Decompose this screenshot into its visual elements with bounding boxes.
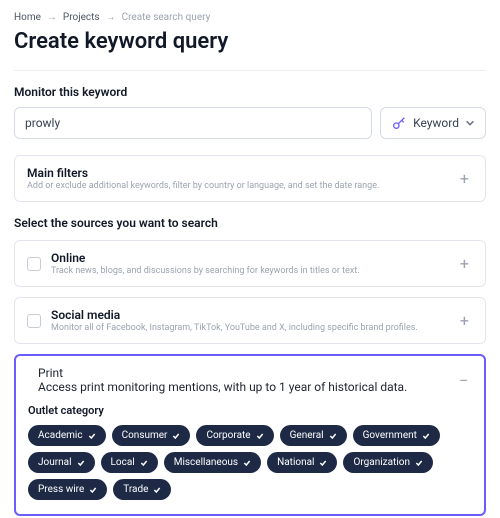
key-icon: [391, 115, 407, 131]
check-icon: [172, 432, 180, 440]
check-icon: [88, 432, 96, 440]
check-icon: [243, 459, 251, 467]
checkbox-online[interactable]: [27, 257, 41, 271]
breadcrumb: Home → Projects → Create search query: [14, 12, 486, 23]
outlet-chip[interactable]: Journal: [28, 452, 95, 473]
divider: [14, 70, 486, 71]
plus-icon[interactable]: +: [456, 311, 473, 330]
chip-label: National: [277, 457, 314, 468]
outlet-category-label: Outlet category: [28, 404, 472, 417]
page-title: Create keyword query: [14, 29, 486, 54]
checkbox-social[interactable]: [27, 314, 41, 328]
check-icon: [256, 432, 264, 440]
check-icon: [77, 459, 85, 467]
outlet-chip[interactable]: Miscellaneous: [164, 452, 261, 473]
chip-label: Corporate: [206, 430, 250, 441]
outlet-chip[interactable]: National: [267, 452, 337, 473]
crumb-projects[interactable]: Projects: [63, 12, 100, 23]
source-online[interactable]: Online Track news, blogs, and discussion…: [14, 240, 486, 287]
source-print: Print Access print monitoring mentions, …: [14, 354, 486, 516]
minus-icon[interactable]: −: [455, 371, 472, 390]
source-print-title: Print: [38, 366, 445, 380]
check-icon: [89, 486, 97, 494]
chip-label: Local: [111, 457, 135, 468]
chip-label: Academic: [38, 430, 83, 441]
crumb-current: Create search query: [122, 12, 211, 23]
check-icon: [140, 459, 148, 467]
chip-label: Trade: [123, 484, 148, 495]
outlet-chip[interactable]: Local: [101, 452, 158, 473]
outlet-chip[interactable]: Organization: [343, 452, 433, 473]
chip-label: Organization: [353, 457, 410, 468]
check-icon: [415, 459, 423, 467]
source-online-desc: Track news, blogs, and discussions by se…: [51, 266, 446, 276]
chip-label: General: [290, 430, 324, 441]
chevron-down-icon: [465, 118, 475, 128]
monitor-label: Monitor this keyword: [14, 85, 486, 99]
chevron-right-icon: →: [106, 12, 116, 23]
chip-label: Consumer: [122, 430, 168, 441]
crumb-home[interactable]: Home: [14, 12, 41, 23]
plus-icon[interactable]: +: [456, 254, 473, 273]
source-social-title: Social media: [51, 308, 446, 322]
chip-label: Journal: [38, 457, 72, 468]
outlet-chip[interactable]: Government: [353, 425, 440, 446]
outlet-chip[interactable]: Academic: [28, 425, 106, 446]
main-filters-desc: Add or exclude additional keywords, filt…: [27, 181, 456, 191]
main-filters-box[interactable]: Main filters Add or exclude additional k…: [14, 155, 486, 202]
source-online-title: Online: [51, 251, 446, 265]
plus-icon[interactable]: +: [456, 169, 473, 188]
source-social-desc: Monitor all of Facebook, Instagram, TikT…: [51, 323, 446, 333]
chip-label: Government: [363, 430, 417, 441]
sources-label: Select the sources you want to search: [14, 216, 486, 230]
outlet-chip[interactable]: Corporate: [196, 425, 273, 446]
query-type-select[interactable]: Keyword: [380, 107, 486, 139]
check-icon: [329, 432, 337, 440]
keyword-input[interactable]: [14, 107, 372, 139]
source-print-desc: Access print monitoring mentions, with u…: [38, 380, 445, 394]
keyword-row: Keyword: [14, 107, 486, 139]
check-icon: [422, 432, 430, 440]
source-social[interactable]: Social media Monitor all of Facebook, In…: [14, 297, 486, 344]
outlet-chip[interactable]: Consumer: [112, 425, 191, 446]
chevron-right-icon: →: [47, 12, 57, 23]
outlet-chip[interactable]: Press wire: [28, 479, 107, 500]
check-icon: [319, 459, 327, 467]
main-filters-title: Main filters: [27, 166, 456, 180]
chip-label: Press wire: [38, 484, 84, 495]
outlet-chips: Academic Consumer Corporate General Governme…: [28, 425, 472, 500]
query-type-label: Keyword: [413, 116, 459, 130]
outlet-chip[interactable]: General: [280, 425, 347, 446]
check-icon: [153, 486, 161, 494]
outlet-chip[interactable]: Trade: [113, 479, 171, 500]
chip-label: Miscellaneous: [174, 457, 238, 468]
